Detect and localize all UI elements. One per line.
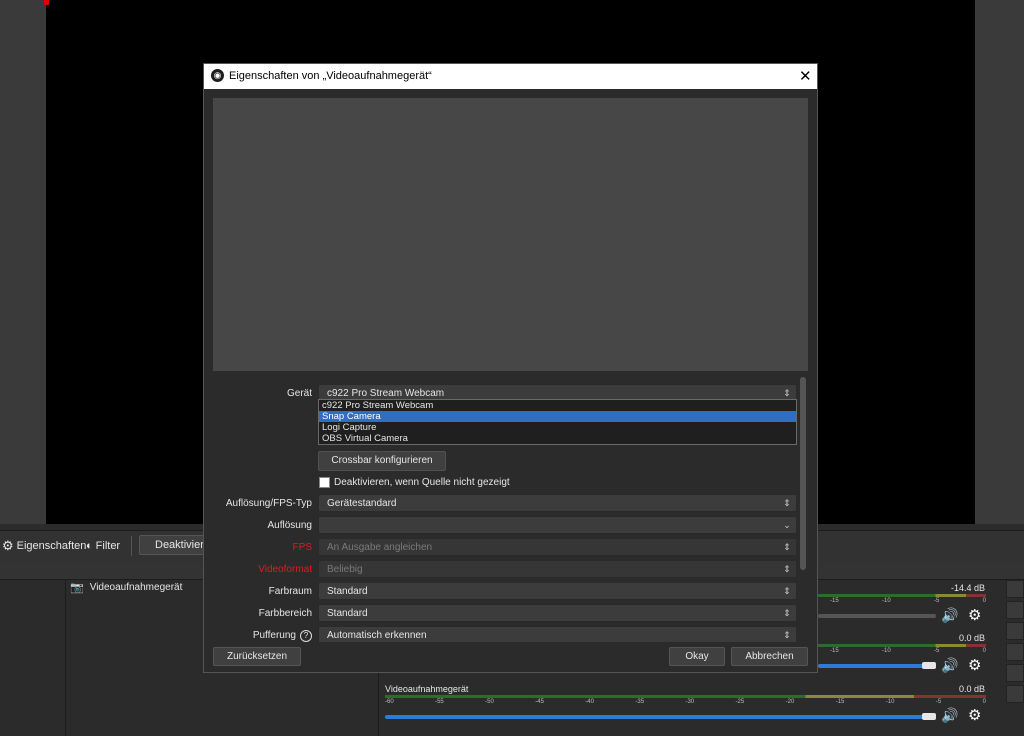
left-panel-bg xyxy=(0,0,46,524)
videoformat-select[interactable]: Beliebig ⇕ xyxy=(318,560,797,578)
dropdown-option[interactable]: c922 Pro Stream Webcam xyxy=(319,400,796,411)
properties-label: Eigenschaften xyxy=(16,540,87,552)
deactivate-checkbox[interactable] xyxy=(319,477,330,488)
controls-dock xyxy=(1006,580,1024,736)
volume-slider[interactable] xyxy=(818,662,936,669)
videoformat-label: Videoformat xyxy=(258,564,312,575)
volume-meter xyxy=(818,644,986,647)
dialog-titlebar[interactable]: ◉ Eigenschaften von „Videoaufnahmegerät“… xyxy=(204,64,817,89)
buffering-select[interactable]: Automatisch erkennen ⇕ xyxy=(318,626,797,642)
buffering-label-group: Pufferung? xyxy=(212,630,312,642)
deactivate-checkbox-label: Deaktivieren, wenn Quelle nicht gezeigt xyxy=(334,477,510,488)
speaker-icon[interactable]: 🔊 xyxy=(941,607,958,624)
device-dropdown-list[interactable]: c922 Pro Stream Webcam Snap Camera Logi … xyxy=(318,399,797,445)
meter-scale: -15 -10 -5 0 xyxy=(830,648,986,654)
dropdown-option[interactable]: Logi Capture xyxy=(319,422,796,433)
close-icon[interactable]: ✕ xyxy=(799,67,812,85)
channel-name: Videoaufnahmegerät xyxy=(385,684,469,694)
buffering-label: Pufferung xyxy=(252,630,296,641)
properties-form: Gerät c922 Pro Stream Webcam ⇕ c922 Pro … xyxy=(212,377,809,642)
source-preview xyxy=(213,98,808,371)
dialog-title: Eigenschaften von „Videoaufnahmegerät“ xyxy=(229,70,432,82)
volume-knob[interactable] xyxy=(922,713,936,720)
channel-db-readout: -14.4 dB xyxy=(950,583,985,593)
scene-list[interactable] xyxy=(0,580,66,736)
gear-icon: ⚙ xyxy=(2,538,14,553)
control-button[interactable] xyxy=(1006,622,1024,640)
spinner-icon: ⇕ xyxy=(783,608,791,618)
source-item-label: Videoaufnahmegerät xyxy=(89,582,183,593)
gear-icon[interactable]: ⚙ xyxy=(968,606,981,624)
fps-select[interactable]: An Ausgabe angleichen ⇕ xyxy=(318,538,797,556)
resolution-fps-type-select[interactable]: Gerätestandard ⇕ xyxy=(318,494,797,512)
right-panel-bg xyxy=(975,0,1024,524)
channel-db-readout: 0.0 dB xyxy=(958,684,985,694)
colorspace-label: Farbraum xyxy=(268,586,312,597)
meter-scale: -60 -55 -50 -45 -40 -35 -30 -25 -20 -15 -10 -5 0 xyxy=(385,699,986,705)
colorspace-select[interactable]: Standard ⇕ xyxy=(318,582,797,600)
filter-button[interactable]: ◐ Filter xyxy=(86,538,120,554)
colorrange-label: Farbbereich xyxy=(258,608,312,619)
volume-meter xyxy=(818,594,986,597)
device-label: Gerät xyxy=(286,388,312,399)
volume-slider[interactable] xyxy=(385,713,936,720)
transform-handle[interactable] xyxy=(44,0,49,5)
ok-button[interactable]: Okay xyxy=(669,647,725,666)
spinner-icon: ⇕ xyxy=(783,498,791,508)
spinner-icon: ⇕ xyxy=(783,630,791,640)
control-button[interactable] xyxy=(1006,580,1024,598)
device-value: c922 Pro Stream Webcam xyxy=(327,388,445,399)
channel-db-readout: 0.0 dB xyxy=(958,633,985,643)
camera-icon: 📷 xyxy=(70,582,84,594)
fps-label: FPS xyxy=(292,542,312,553)
toolbar-divider xyxy=(131,536,132,556)
properties-dialog: ◉ Eigenschaften von „Videoaufnahmegerät“… xyxy=(203,63,818,673)
control-button[interactable] xyxy=(1006,601,1024,619)
spinner-icon: ⇕ xyxy=(783,542,791,552)
resolution-fps-type-label: Auflösung/FPS-Typ xyxy=(225,498,312,509)
gear-icon[interactable]: ⚙ xyxy=(968,656,981,674)
spinner-icon: ⇕ xyxy=(783,564,791,574)
control-button[interactable] xyxy=(1006,685,1024,703)
reset-button[interactable]: Zurücksetzen xyxy=(213,647,301,666)
filter-icon: ◐ xyxy=(86,540,93,552)
chevron-down-icon: ⌄ xyxy=(783,520,791,530)
properties-button[interactable]: ⚙ Eigenschaften xyxy=(2,538,86,554)
dropdown-option[interactable]: OBS Virtual Camera xyxy=(319,433,796,444)
resolution-label: Auflösung xyxy=(267,520,312,531)
deactivate-button[interactable]: Deaktivieren xyxy=(139,535,216,555)
control-button[interactable] xyxy=(1006,664,1024,682)
obs-logo-icon: ◉ xyxy=(211,69,224,82)
help-icon[interactable]: ? xyxy=(300,630,312,642)
gear-icon[interactable]: ⚙ xyxy=(968,706,981,724)
crossbar-configure-button[interactable]: Crossbar konfigurieren xyxy=(318,451,446,471)
speaker-icon[interactable]: 🔊 xyxy=(941,657,958,674)
speaker-icon[interactable]: 🔊 xyxy=(941,707,958,724)
spinner-icon: ⇕ xyxy=(783,586,791,596)
spinner-icon: ⇕ xyxy=(783,388,791,398)
volume-knob[interactable] xyxy=(922,662,936,669)
colorrange-select[interactable]: Standard ⇕ xyxy=(318,604,797,622)
control-button[interactable] xyxy=(1006,643,1024,661)
volume-slider[interactable] xyxy=(818,614,936,618)
volume-meter xyxy=(385,695,986,698)
resolution-select[interactable]: ⌄ xyxy=(318,516,797,534)
form-scrollbar[interactable] xyxy=(800,377,806,570)
dropdown-option-selected[interactable]: Snap Camera xyxy=(319,411,796,422)
meter-scale: -15 -10 -5 0 xyxy=(830,598,986,604)
filter-label: Filter xyxy=(95,540,121,552)
cancel-button[interactable]: Abbrechen xyxy=(731,647,808,666)
